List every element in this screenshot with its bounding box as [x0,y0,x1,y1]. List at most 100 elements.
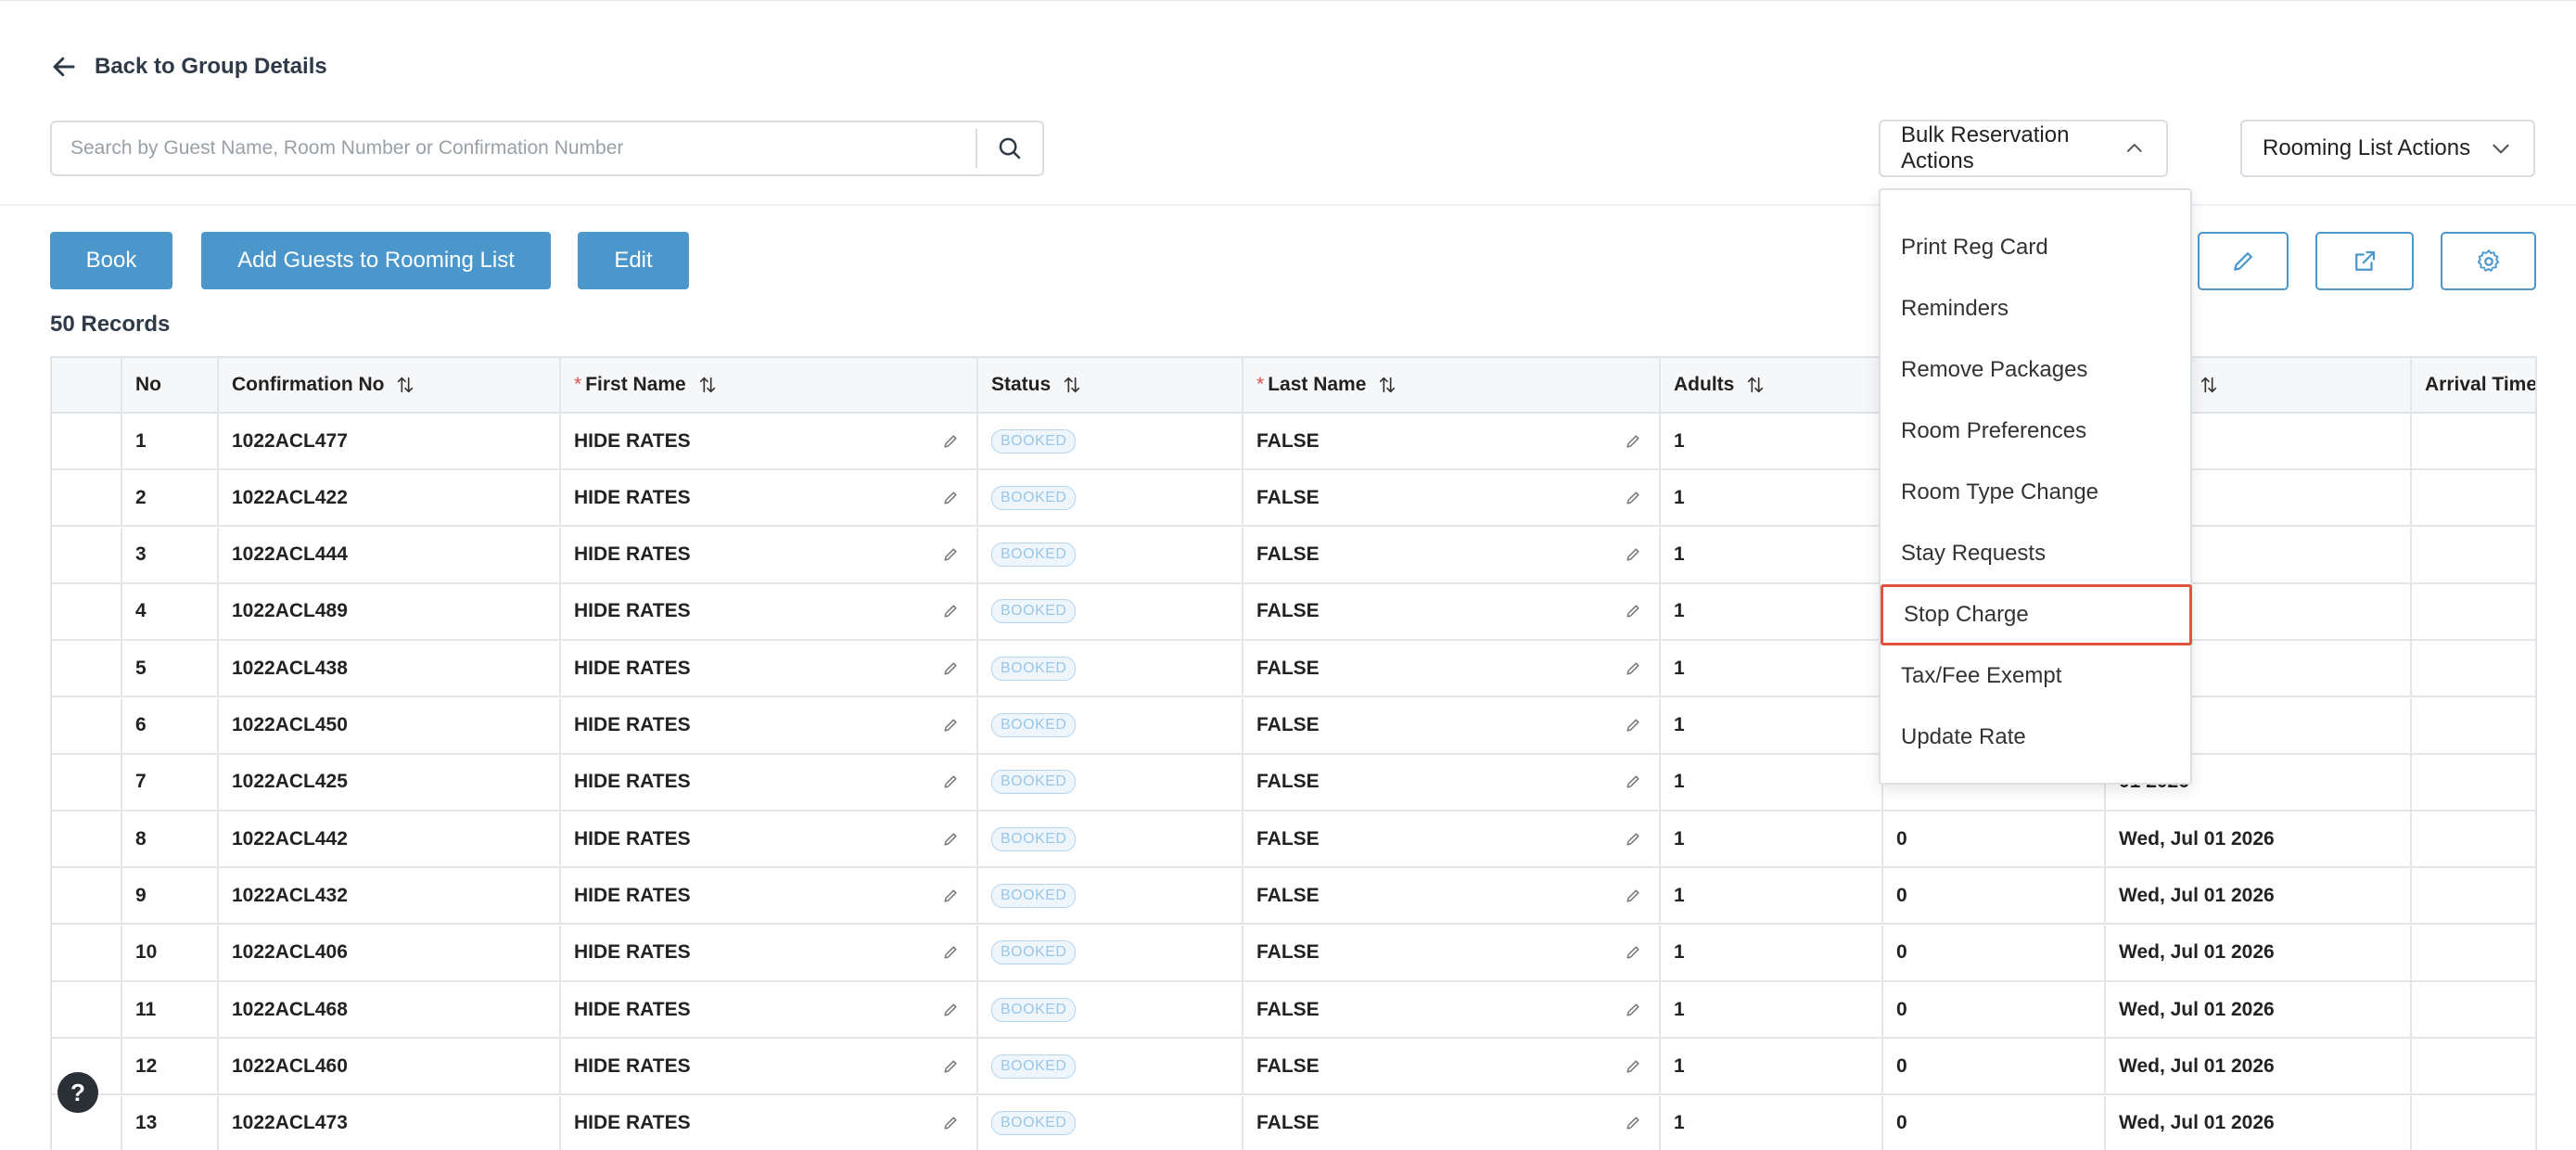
row-select-cell[interactable] [52,584,121,639]
menu-item-update-rate[interactable]: Update Rate [1881,707,2190,768]
status-cell: BOOKED [976,697,1242,753]
table-row[interactable]: 11 1022ACL468 HIDE RATES BOOKED FALSE 1 0 Wed, … [52,982,2535,1039]
adults-cell: 1 [1659,982,1881,1037]
back-to-group-details-link[interactable]: Back to Group Details [50,48,327,85]
last-name: FALSE [1256,429,1320,452]
row-select-cell[interactable] [52,868,121,923]
pencil-icon[interactable] [1624,1001,1642,1019]
sort-icon[interactable] [1062,375,1082,395]
pencil-icon[interactable] [1624,1057,1642,1076]
table-row[interactable]: 10 1022ACL406 HIDE RATES BOOKED FALSE 1 0 Wed, … [52,925,2535,982]
pencil-icon[interactable] [941,943,960,962]
row-select-cell[interactable] [52,755,121,810]
table-row[interactable]: 13 1022ACL473 HIDE RATES BOOKED FALSE 1 0 Wed, … [52,1095,2535,1150]
adults-cell: 1 [1659,754,1881,810]
pencil-icon[interactable] [941,1057,960,1076]
menu-item-stay-requests[interactable]: Stay Requests [1881,523,2190,584]
settings-toolbar-button[interactable] [2441,232,2536,290]
column-header-confirmation[interactable]: Confirmation No [217,358,559,412]
pencil-icon[interactable] [941,887,960,905]
menu-item-remove-packages[interactable]: Remove Packages [1881,339,2190,401]
column-header-adults[interactable]: Adults [1659,358,1881,412]
row-select-cell[interactable] [52,926,121,980]
pencil-icon[interactable] [1624,943,1642,962]
row-select-cell[interactable] [52,811,121,866]
column-header-last-name[interactable]: * Last Name [1242,358,1659,412]
pencil-icon [2234,251,2252,271]
gear-icon [2477,249,2499,272]
children-cell: 0 [1881,982,2104,1037]
edit-toolbar-button[interactable] [2198,232,2289,290]
pencil-icon[interactable] [941,545,960,564]
back-link-label: Back to Group Details [95,54,327,79]
pencil-icon[interactable] [941,659,960,678]
status-cell: BOOKED [976,583,1242,639]
pencil-icon[interactable] [1624,659,1642,678]
pencil-icon[interactable] [941,432,960,451]
sort-icon[interactable] [1745,375,1766,395]
pencil-icon[interactable] [1624,489,1642,507]
pencil-icon[interactable] [1624,1114,1642,1132]
top-border [0,0,2576,1]
first-name-cell: HIDE RATES [559,527,976,582]
table-row[interactable]: 8 1022ACL442 HIDE RATES BOOKED FALSE 1 0 Wed, J… [52,811,2535,869]
first-name: HIDE RATES [574,543,691,566]
search-button[interactable] [977,122,1042,174]
help-button[interactable]: ? [57,1072,98,1113]
row-select-cell[interactable] [52,641,121,696]
add-guests-button[interactable]: Add Guests to Rooming List [201,232,551,289]
menu-item-room-preferences[interactable]: Room Preferences [1881,401,2190,462]
column-header-status[interactable]: Status [976,358,1242,412]
edit-button[interactable]: Edit [578,232,689,289]
menu-item-room-type-change[interactable]: Room Type Change [1881,462,2190,523]
pencil-icon[interactable] [1624,830,1642,849]
sort-icon[interactable] [697,375,718,395]
pencil-icon[interactable] [941,1001,960,1019]
menu-item-tax-fee-exempt[interactable]: Tax/Fee Exempt [1881,645,2190,707]
pencil-icon[interactable] [941,830,960,849]
pencil-icon[interactable] [1624,545,1642,564]
pencil-icon[interactable] [1624,887,1642,905]
sort-icon[interactable] [2199,375,2219,395]
pencil-icon[interactable] [941,773,960,791]
pencil-icon[interactable] [1624,432,1642,451]
pencil-icon[interactable] [941,489,960,507]
column-header-first-name[interactable]: * First Name [559,358,976,412]
rooming-list-actions-dropdown[interactable]: Rooming List Actions [2240,120,2535,177]
book-button[interactable]: Book [50,232,172,289]
last-name: FALSE [1256,600,1320,622]
sort-icon[interactable] [395,375,415,395]
bulk-reservation-actions-dropdown[interactable]: Bulk Reservation Actions [1879,120,2168,177]
column-header-label: No [135,374,161,395]
status-cell: BOOKED [976,982,1242,1037]
pencil-icon[interactable] [1624,716,1642,735]
search-input[interactable] [52,122,976,174]
menu-item-stop-charge[interactable]: Stop Charge [1881,584,2192,645]
arrival-date-cell: Wed, Jul 01 2026 [2104,868,2410,924]
first-name-cell: HIDE RATES [559,1095,976,1150]
last-name-cell: FALSE [1242,754,1659,810]
row-select-cell[interactable] [52,414,121,468]
pencil-icon[interactable] [941,716,960,735]
last-name: FALSE [1256,1054,1320,1077]
pencil-icon[interactable] [941,1114,960,1132]
menu-item-reminders[interactable]: Reminders [1881,278,2190,339]
row-select-cell[interactable] [52,982,121,1037]
row-select-cell[interactable] [52,698,121,753]
adults-cell: 1 [1659,470,1881,526]
sort-icon[interactable] [1377,375,1397,395]
confirmation-number: 1022ACL460 [217,1039,559,1094]
status-cell: BOOKED [976,641,1242,696]
adults-cell: 1 [1659,1095,1881,1150]
pencil-icon[interactable] [1624,602,1642,620]
table-row[interactable]: 9 1022ACL432 HIDE RATES BOOKED FALSE 1 0 Wed, J… [52,868,2535,926]
row-select-cell[interactable] [52,470,121,525]
pencil-icon[interactable] [941,602,960,620]
pencil-icon[interactable] [1624,773,1642,791]
menu-item-print-reg-card[interactable]: Print Reg Card [1881,217,2190,278]
column-header-label: Last Name [1268,374,1367,395]
table-row[interactable]: 12 1022ACL460 HIDE RATES BOOKED FALSE 1 0 Wed, … [52,1039,2535,1096]
row-select-cell[interactable] [52,528,121,582]
first-name: HIDE RATES [574,714,691,735]
export-toolbar-button[interactable] [2315,232,2414,290]
